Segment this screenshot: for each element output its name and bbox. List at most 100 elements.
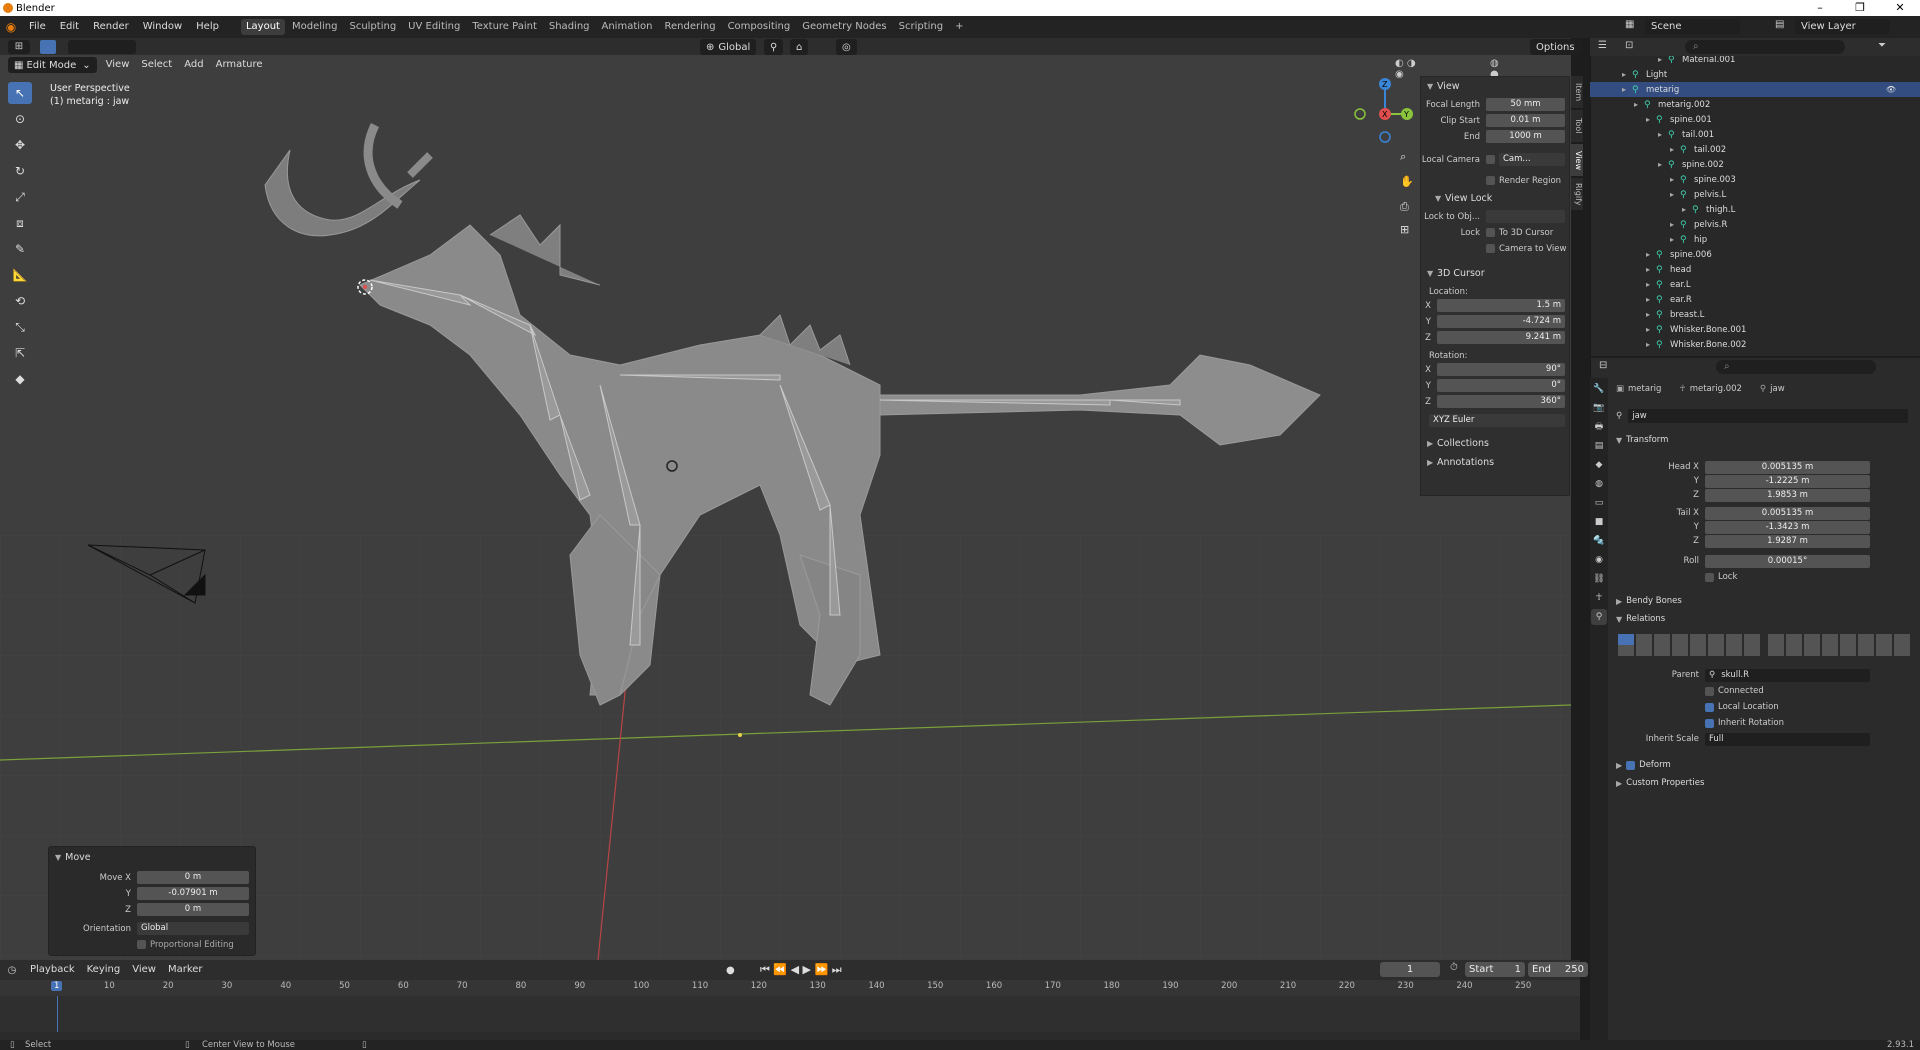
tab-texture-paint[interactable]: Texture Paint	[467, 19, 542, 35]
outliner-row[interactable]: ▸ ⚲ metarig 👁	[1590, 82, 1920, 97]
disclosure-triangle-icon[interactable]: ▸	[1646, 280, 1656, 289]
tab-item[interactable]: Item	[1571, 76, 1583, 108]
disclosure-triangle-icon[interactable]: ▸	[1622, 85, 1632, 94]
move-panel-header[interactable]: ▼ Move	[49, 847, 255, 868]
view-lock-header[interactable]: ▼ View Lock	[1421, 189, 1569, 208]
output-tab-icon[interactable]: 🖶	[1591, 419, 1607, 435]
outliner-row[interactable]: ▸ ⚲ tail.002	[1590, 142, 1920, 157]
head-z-field[interactable]: 1.9853 m	[1705, 488, 1870, 502]
outliner-row[interactable]: ▸ ⚲ Whisker.Bone.001	[1590, 322, 1920, 337]
constraint-tab-icon[interactable]: ⛓	[1591, 571, 1607, 587]
outliner-row[interactable]: ▸ ⚲ spine.006	[1590, 247, 1920, 262]
tab-rigify[interactable]: Rigify	[1571, 178, 1583, 210]
menu-render[interactable]: Render	[86, 16, 136, 38]
outliner-editor-type-icon[interactable]: ☰	[1598, 40, 1607, 51]
tab-view[interactable]: View	[1571, 144, 1583, 176]
outliner-row[interactable]: ▸ ⚲ metarig.002	[1590, 97, 1920, 112]
menu-playback[interactable]: Playback	[24, 960, 81, 980]
disclosure-triangle-icon[interactable]: ▸	[1670, 235, 1680, 244]
modifier-tab-icon[interactable]: 🔩	[1591, 533, 1607, 549]
scene-icon[interactable]: ▦	[1625, 19, 1639, 33]
outliner-row[interactable]: ▸ ⚲ head	[1590, 262, 1920, 277]
outliner-row[interactable]: ▸ ⚲ Whisker.Bone.002	[1590, 337, 1920, 352]
mode-dropdown[interactable]: ▦ Edit Mode ⌄	[8, 57, 97, 73]
bone-layers-left[interactable]	[1618, 634, 1760, 656]
local-camera-field[interactable]: Cam...	[1499, 153, 1565, 166]
tab-uv-editing[interactable]: UV Editing	[403, 19, 465, 35]
disclosure-triangle-icon[interactable]: ▸	[1646, 115, 1656, 124]
cursor-rot-z[interactable]: 360°	[1437, 395, 1565, 408]
cursor-rot-y[interactable]: 0°	[1437, 379, 1565, 392]
tab-sculpting[interactable]: Sculpting	[344, 19, 401, 35]
visibility-icon[interactable]: 👁	[1886, 85, 1896, 94]
outliner-row[interactable]: ▸ ⚲ spine.003	[1590, 172, 1920, 187]
tab-animation[interactable]: Animation	[597, 19, 658, 35]
move-y-field[interactable]: -0.07901 m	[137, 887, 249, 900]
outliner-row[interactable]: ▸ ⚲ ear.R	[1590, 292, 1920, 307]
minimize-icon[interactable]: –	[1800, 0, 1840, 16]
extrude-tool-icon[interactable]: ⇱	[8, 342, 32, 364]
view-layer-tab-icon[interactable]: ▤	[1591, 438, 1607, 454]
view-layer-icon[interactable]: ▤	[1775, 19, 1789, 33]
start-frame-field[interactable]: Start 1	[1465, 962, 1525, 977]
lock-to-object-field[interactable]	[1486, 210, 1565, 223]
select-mode-buttons[interactable]	[68, 40, 136, 54]
tab-geometry-nodes[interactable]: Geometry Nodes	[797, 19, 891, 35]
editor-type-icon[interactable]: ⊞	[8, 40, 30, 54]
cursor-loc-x[interactable]: 1.5 m	[1437, 299, 1565, 312]
disclosure-triangle-icon[interactable]: ▸	[1646, 340, 1656, 349]
tool-tab-icon[interactable]: 🔧	[1591, 381, 1607, 397]
outliner-row[interactable]: ▸ ⚲ breast.L	[1590, 307, 1920, 322]
clip-start-field[interactable]: 0.01 m	[1486, 114, 1565, 127]
armature-data-tab-icon[interactable]: ☥	[1591, 590, 1607, 606]
collection-tab-icon[interactable]: ▭	[1591, 495, 1607, 511]
view-layer-selector[interactable]: View Layer	[1795, 19, 1890, 34]
outliner-row[interactable]: ▸ ⚲ spine.002	[1590, 157, 1920, 172]
menu-file[interactable]: File	[22, 16, 53, 38]
options-dropdown[interactable]: Options	[1530, 39, 1581, 55]
cursor-tool-icon[interactable]: ⊙	[8, 108, 32, 130]
move-x-field[interactable]: 0 m	[137, 871, 249, 884]
tab-compositing[interactable]: Compositing	[723, 19, 796, 35]
move-tool-icon[interactable]: ✥	[8, 134, 32, 156]
scene-tab-icon[interactable]: ◆	[1591, 457, 1607, 473]
proportional-checkbox[interactable]	[137, 940, 146, 949]
menu-add[interactable]: Add	[178, 55, 209, 75]
menu-marker[interactable]: Marker	[162, 960, 209, 980]
tail-y-field[interactable]: -1.3423 m	[1705, 520, 1870, 534]
menu-view[interactable]: View	[100, 55, 136, 75]
annotate-tool-icon[interactable]: ✎	[8, 238, 32, 260]
disclosure-triangle-icon[interactable]: ▸	[1670, 220, 1680, 229]
disclosure-triangle-icon[interactable]: ▸	[1670, 190, 1680, 199]
head-y-field[interactable]: -1.2225 m	[1705, 474, 1870, 488]
bone-name-field[interactable]: jaw	[1628, 409, 1909, 423]
tail-x-field[interactable]: 0.005135 m	[1705, 506, 1870, 520]
menu-window[interactable]: Window	[136, 16, 189, 38]
rotate-tool-icon[interactable]: ↻	[8, 160, 32, 182]
parent-field[interactable]: ⚲ skull.R	[1705, 668, 1870, 682]
bone-tab-icon[interactable]: ⚲	[1591, 609, 1607, 625]
menu-armature[interactable]: Armature	[210, 55, 269, 75]
menu-help[interactable]: Help	[189, 16, 226, 38]
tab-scripting[interactable]: Scripting	[894, 19, 948, 35]
scale-tool-icon[interactable]: ⤢	[8, 186, 32, 208]
outliner-row[interactable]: ▸ ⚲ Material.001	[1590, 56, 1920, 67]
envelope-tool-icon[interactable]: ◆	[8, 368, 32, 390]
render-tab-icon[interactable]: 📷	[1591, 400, 1607, 416]
camera-to-view-checkbox[interactable]	[1486, 244, 1495, 253]
head-x-field[interactable]: 0.005135 m	[1705, 460, 1870, 474]
lock-checkbox[interactable]	[1705, 572, 1714, 582]
tab-layout[interactable]: Layout	[240, 19, 285, 35]
tab-rendering[interactable]: Rendering	[659, 19, 720, 35]
end-frame-field[interactable]: End 250	[1528, 962, 1588, 977]
pivot-point-icon[interactable]: ⚲	[764, 39, 784, 55]
bone-size-tool-icon[interactable]: ⤡	[8, 316, 32, 338]
disclosure-triangle-icon[interactable]: ▸	[1646, 250, 1656, 259]
add-workspace-icon[interactable]: +	[950, 19, 968, 35]
disclosure-triangle-icon[interactable]: ▸	[1646, 310, 1656, 319]
playback-controls[interactable]: ⏮ ⏪ ◀ ▶ ⏩ ⏭	[760, 963, 842, 977]
timeline-editor-type-icon[interactable]: ◷	[0, 965, 24, 976]
measure-tool-icon[interactable]: 📐	[8, 264, 32, 286]
select-box-icon[interactable]	[40, 40, 56, 54]
proportional-editing-icon[interactable]: ◎	[836, 39, 857, 55]
